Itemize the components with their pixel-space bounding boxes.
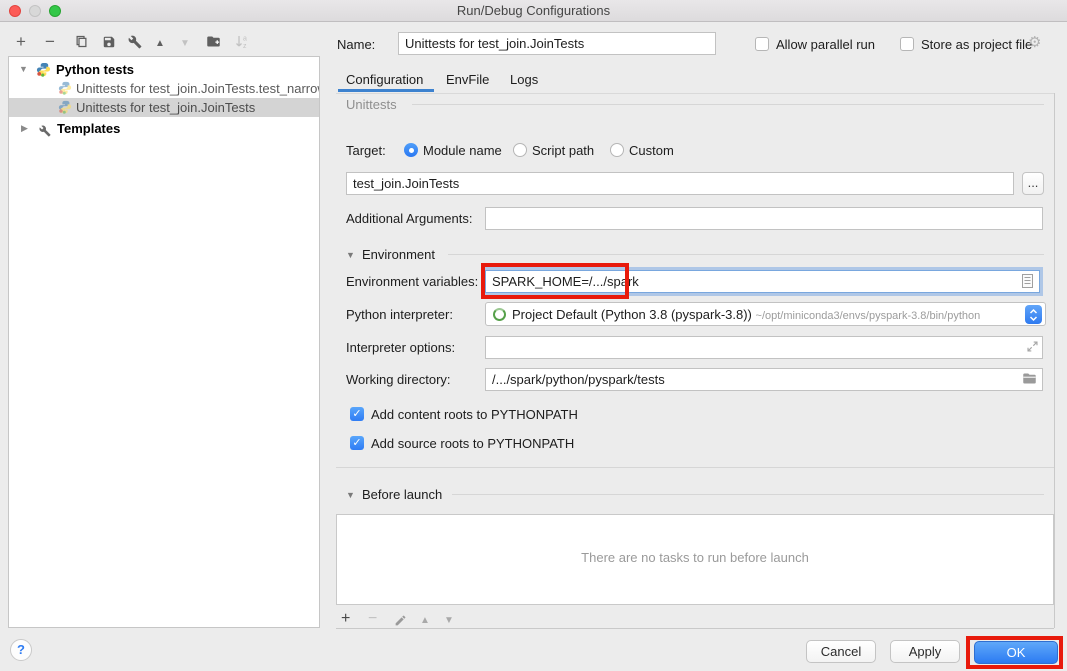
radio-custom-label: Custom	[629, 143, 674, 158]
working-directory-label: Working directory:	[346, 372, 451, 387]
zoom-window-button[interactable]	[49, 5, 61, 17]
unittests-group-label: Unittests	[346, 97, 397, 112]
chevron-down-icon[interactable]: ▼	[19, 60, 28, 79]
environment-variables-input[interactable]: SPARK_HOME=/.../spark	[485, 270, 1040, 293]
before-launch-section-label: Before launch	[362, 487, 442, 502]
chevron-right-icon[interactable]: ▶	[21, 119, 28, 138]
additional-arguments-input[interactable]	[485, 207, 1043, 230]
working-directory-input[interactable]: /.../spark/python/pyspark/tests	[485, 368, 1043, 391]
module-name-input[interactable]	[346, 172, 1014, 195]
tab-bar-divider	[336, 93, 1054, 94]
tree-item-templates[interactable]: ▶ Templates	[9, 119, 319, 138]
radio-script-path-label: Script path	[532, 143, 594, 158]
save-configuration-icon[interactable]	[102, 33, 116, 57]
tree-item-python-tests[interactable]: ▼ Python tests	[9, 60, 319, 79]
folder-icon[interactable]	[1022, 371, 1037, 391]
cancel-button[interactable]: Cancel	[806, 640, 876, 663]
tree-item-label: Unittests for test_join.JoinTests.test_n…	[76, 79, 320, 98]
help-button[interactable]: ?	[10, 639, 32, 661]
close-window-button[interactable]	[9, 5, 21, 17]
edit-templates-wrench-icon[interactable]	[128, 33, 142, 57]
tree-item-jointests-test-narrow[interactable]: Unittests for test_join.JoinTests.test_n…	[9, 79, 319, 98]
radio-module-name-label: Module name	[423, 143, 502, 158]
tree-item-label: Python tests	[56, 60, 134, 79]
dropdown-stepper-icon[interactable]	[1025, 305, 1042, 324]
interpreter-path: ~/opt/miniconda3/envs/pyspark-3.8/bin/py…	[756, 310, 981, 322]
active-tab-underline	[338, 89, 434, 92]
store-as-project-file-label: Store as project file	[921, 37, 1032, 52]
interpreter-options-input[interactable]	[485, 336, 1043, 359]
move-task-down-icon: ▼	[444, 609, 454, 633]
browse-module-button[interactable]: ...	[1022, 172, 1044, 195]
move-down-icon: ▼	[180, 32, 190, 56]
wrench-icon	[39, 123, 51, 142]
group-bottom-rule	[336, 467, 1054, 468]
environment-variables-label: Environment variables:	[346, 274, 478, 289]
copy-configuration-icon[interactable]	[74, 33, 89, 57]
radio-module-name[interactable]	[404, 143, 418, 157]
name-input[interactable]	[398, 32, 716, 55]
interpreter-value: Project Default (Python 3.8 (pyspark-3.8…	[512, 307, 752, 322]
tab-configuration[interactable]: Configuration	[346, 72, 423, 87]
tree-item-label: Unittests for test_join.JoinTests	[76, 98, 255, 117]
python-interpreter-label: Python interpreter:	[346, 307, 453, 322]
additional-arguments-label: Additional Arguments:	[346, 211, 472, 226]
sort-configurations-icon: az	[235, 33, 249, 57]
radio-custom[interactable]	[610, 143, 624, 157]
before-launch-task-list[interactable]: There are no tasks to run before launch	[336, 514, 1054, 605]
before-launch-empty-text: There are no tasks to run before launch	[337, 550, 1053, 565]
before-launch-collapse-icon[interactable]: ▼	[346, 490, 355, 500]
working-directory-value: /.../spark/python/pyspark/tests	[492, 372, 665, 387]
tree-item-jointests-selected[interactable]: Unittests for test_join.JoinTests	[9, 98, 319, 117]
apply-button[interactable]: Apply	[890, 640, 960, 663]
python-interpreter-select[interactable]: Project Default (Python 3.8 (pyspark-3.8…	[485, 302, 1046, 326]
interpreter-options-label: Interpreter options:	[346, 340, 455, 355]
panel-right-border	[1054, 93, 1055, 628]
environment-collapse-icon[interactable]: ▼	[346, 250, 355, 260]
remove-configuration-icon[interactable]: −	[45, 30, 55, 54]
tab-logs[interactable]: Logs	[510, 72, 538, 87]
tab-envfile[interactable]: EnvFile	[446, 72, 489, 87]
python-test-icon	[58, 100, 72, 119]
allow-parallel-run-checkbox[interactable]	[755, 37, 769, 51]
name-label: Name:	[337, 37, 375, 52]
gear-icon[interactable]: ⚙	[1028, 33, 1041, 51]
window-title: Run/Debug Configurations	[0, 0, 1067, 22]
new-folder-icon[interactable]	[206, 33, 221, 57]
add-task-icon[interactable]: +	[341, 607, 350, 631]
edit-task-pencil-icon	[394, 611, 407, 635]
environment-section-label: Environment	[362, 247, 435, 262]
svg-text:z: z	[243, 43, 247, 49]
environment-variables-value: SPARK_HOME=/.../spark	[492, 274, 639, 289]
run-debug-configurations-dialog: Run/Debug Configurations + − ▲ ▼ az ▼ Py…	[0, 0, 1067, 671]
store-as-project-file-checkbox[interactable]	[900, 37, 914, 51]
move-up-icon[interactable]: ▲	[155, 32, 165, 56]
add-source-roots-label: Add source roots to PYTHONPATH	[371, 436, 574, 451]
titlebar: Run/Debug Configurations	[0, 0, 1067, 22]
tree-item-label: Templates	[57, 119, 120, 138]
move-task-up-icon: ▲	[420, 609, 430, 633]
add-configuration-icon[interactable]: +	[16, 30, 26, 54]
configurations-tree: ▼ Python tests Unittests for test_join.J…	[8, 56, 320, 628]
allow-parallel-run-label: Allow parallel run	[776, 37, 875, 52]
radio-script-path[interactable]	[513, 143, 527, 157]
add-content-roots-label: Add content roots to PYTHONPATH	[371, 407, 578, 422]
edit-env-vars-list-icon[interactable]	[1022, 274, 1033, 293]
group-rule	[412, 104, 1044, 105]
svg-text:a: a	[243, 36, 247, 43]
target-label: Target:	[346, 143, 386, 158]
expand-field-icon[interactable]	[1026, 340, 1039, 358]
add-content-roots-checkbox[interactable]	[350, 407, 364, 421]
remove-task-icon: −	[368, 607, 377, 631]
section-rule	[448, 254, 1044, 255]
section-rule	[452, 494, 1044, 495]
ok-button[interactable]: OK	[974, 641, 1058, 664]
minimize-window-button[interactable]	[29, 5, 41, 17]
add-source-roots-checkbox[interactable]	[350, 436, 364, 450]
conda-env-icon	[493, 308, 506, 321]
